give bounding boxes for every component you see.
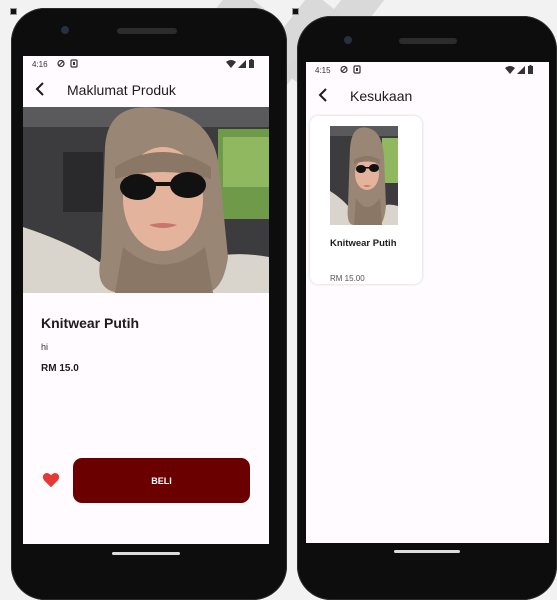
product-price: RM 15.0	[41, 363, 79, 374]
favorite-product-name: Knitwear Putih	[330, 238, 397, 249]
wifi-icon	[226, 60, 236, 68]
signal-icon	[238, 60, 246, 68]
shield-icon	[57, 59, 65, 68]
favorites-screen: 4:15 Kesukaan Knitwear Putih RM 15.00	[306, 62, 549, 543]
status-time: 4:16	[32, 60, 48, 69]
product-detail-screen: 4:16 Maklumat Produk Knitwear Putih hi R…	[23, 56, 269, 544]
product-description: hi	[41, 342, 49, 352]
status-bar: 4:16	[23, 56, 269, 74]
notification-icon	[70, 59, 78, 68]
product-name: Knitwear Putih	[41, 315, 140, 331]
front-camera	[344, 36, 352, 44]
shield-icon	[340, 65, 348, 74]
status-time: 4:15	[315, 66, 331, 75]
page-title: Kesukaan	[350, 88, 413, 104]
top-app-bar: Maklumat Produk	[23, 74, 269, 108]
earpiece-speaker	[399, 38, 457, 44]
window-corner-marker	[10, 8, 17, 15]
arrow-back-icon[interactable]	[318, 88, 328, 102]
battery-icon	[249, 59, 254, 68]
signal-icon	[517, 66, 525, 74]
home-indicator[interactable]	[394, 550, 460, 553]
arrow-back-icon[interactable]	[35, 82, 45, 96]
heart-icon[interactable]	[42, 472, 60, 488]
home-indicator[interactable]	[112, 552, 180, 555]
page-title: Maklumat Produk	[67, 82, 176, 98]
earpiece-speaker	[117, 28, 177, 34]
favorite-product-card[interactable]: Knitwear Putih RM 15.00	[310, 116, 422, 284]
front-camera	[61, 26, 69, 34]
buy-button[interactable]: BELI	[73, 458, 250, 503]
window-corner-marker	[292, 8, 299, 15]
battery-icon	[528, 65, 533, 74]
notification-icon	[353, 65, 361, 74]
product-image	[23, 107, 269, 293]
favorite-product-price: RM 15.00	[330, 274, 365, 283]
top-app-bar: Kesukaan	[306, 80, 549, 114]
wifi-icon	[505, 66, 515, 74]
favorite-product-image	[330, 126, 398, 225]
status-bar: 4:15	[306, 62, 549, 80]
